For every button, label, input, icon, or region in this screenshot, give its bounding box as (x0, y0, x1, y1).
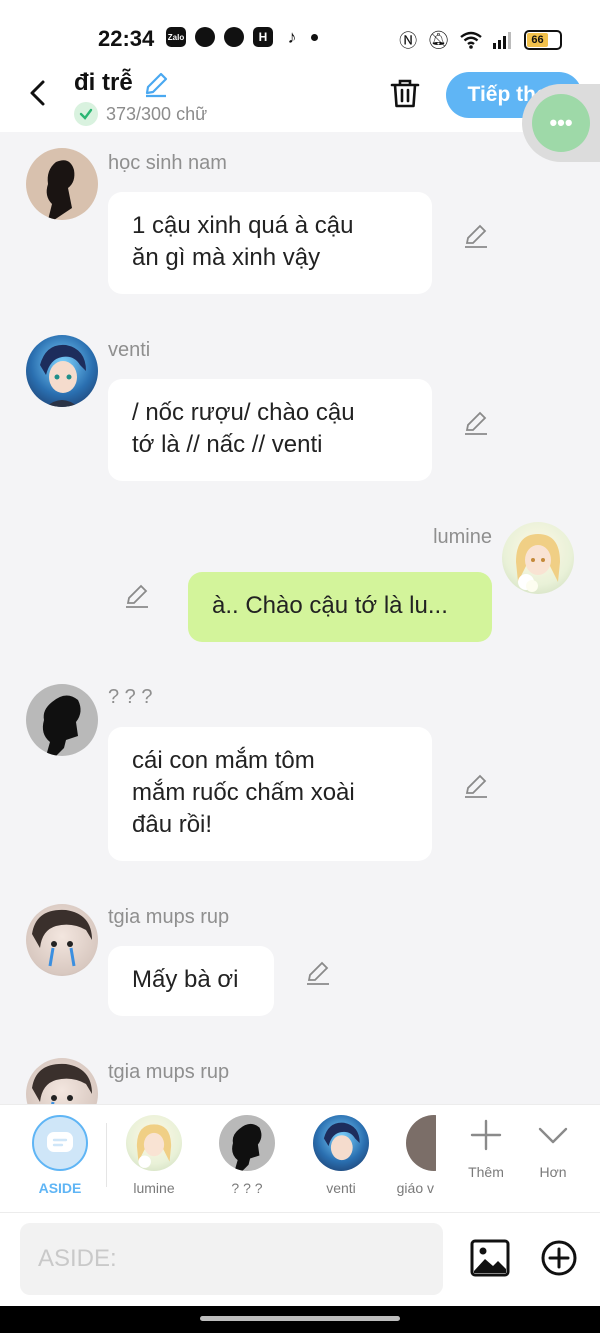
message-text: Mấy bà ơi (132, 966, 239, 993)
sender-name: ? ? ? (108, 686, 153, 708)
tiktok-icon: ♪ (282, 27, 302, 47)
aside-chat-icon (47, 1132, 73, 1152)
edit-message-icon[interactable] (123, 582, 151, 610)
message-bubble[interactable]: 1 cậu xinh quá à cậu ăn gì mà xinh vậy (108, 192, 432, 294)
message-text: cái con mắm tôm mắm ruốc chấm xoài đâu r… (132, 747, 355, 838)
sender-name: tgia mups rup (108, 1061, 230, 1083)
message-input[interactable] (20, 1223, 443, 1295)
character-label: ? ? ? (231, 1180, 263, 1196)
battery-level: 66 (527, 33, 549, 47)
nfc-icon: Ⓝ (399, 31, 418, 51)
edit-message-icon[interactable] (462, 222, 490, 250)
edit-title-icon[interactable] (142, 70, 170, 98)
add-circle-icon[interactable] (540, 1239, 578, 1277)
character-unknown[interactable]: ? ? ? (207, 1115, 287, 1196)
character-lumine[interactable]: lumine (114, 1115, 194, 1196)
chat-bubble-icon (195, 27, 215, 47)
signal-icon (493, 32, 511, 49)
word-count: 373/300 chữ (106, 104, 208, 124)
story-title: đi trễ (74, 69, 133, 96)
avatar-unknown[interactable] (26, 684, 98, 756)
sender-name: venti (108, 339, 151, 361)
character-bar: ASIDE lumine ? ? ? venti giáo v Thêm Hơn (0, 1104, 600, 1212)
status-bar: 22:34 Zalo H ♪ Ⓝ 🔕︎ 66 (0, 0, 600, 68)
add-character-button[interactable]: Thêm (458, 1117, 514, 1180)
h-app-icon: H (253, 27, 273, 47)
plus-icon (470, 1119, 502, 1151)
trash-icon[interactable] (388, 76, 422, 110)
character-venti[interactable]: venti (301, 1115, 381, 1196)
wifi-icon (460, 31, 482, 49)
home-indicator[interactable] (200, 1316, 400, 1321)
avatar-venti[interactable] (26, 335, 98, 407)
more-notifications-icon (311, 33, 318, 41)
image-icon[interactable] (470, 1239, 510, 1277)
more-characters-button[interactable]: Hơn (525, 1117, 581, 1180)
more-label: Hơn (539, 1164, 567, 1180)
input-bar (0, 1212, 600, 1306)
sender-name: tgia mups rup (108, 906, 230, 928)
mute-icon: 🔕︎ (427, 29, 450, 50)
back-icon[interactable] (24, 78, 54, 108)
avatar-tgia-mups-rup[interactable] (26, 1058, 98, 1104)
message-text: 1 cậu xinh quá à cậu ăn gì mà xinh vậy (132, 212, 354, 271)
message-bubble[interactable]: / nốc rượu/ chào cậu tớ là // nấc // ven… (108, 379, 432, 481)
messenger-icon (224, 27, 244, 47)
avatar-lumine[interactable] (502, 522, 574, 594)
character-aside[interactable]: ASIDE (20, 1115, 100, 1196)
status-time: 22:34 (98, 26, 155, 51)
sender-name: lumine (433, 526, 492, 548)
character-label: ASIDE (38, 1180, 82, 1196)
message-bubble[interactable]: cái con mắm tôm mắm ruốc chấm xoài đâu r… (108, 727, 432, 861)
avatar-tgia-mups-rup[interactable] (26, 904, 98, 976)
message-bubble[interactable]: à.. Chào cậu tớ là lu... (188, 572, 492, 642)
chevron-down-icon (538, 1127, 568, 1144)
avatar-hoc-sinh-nam[interactable] (26, 148, 98, 220)
add-label: Thêm (468, 1164, 504, 1180)
character-label: giáo v (396, 1180, 434, 1196)
edit-message-icon[interactable] (462, 772, 490, 800)
character-label: venti (326, 1180, 356, 1196)
top-header: đi trễ 373/300 chữ Tiếp theo (0, 68, 600, 132)
check-icon (74, 102, 98, 126)
battery-icon: 66 (524, 30, 562, 50)
message-bubble[interactable]: Mấy bà ơi (108, 946, 274, 1016)
chat-screen: 22:34 Zalo H ♪ Ⓝ 🔕︎ 66 đi trễ 373/300 ch… (0, 0, 600, 1333)
chat-list[interactable]: học sinh nam 1 cậu xinh quá à cậu ăn gì … (0, 132, 600, 1104)
message-text: à.. Chào cậu tớ là lu... (212, 592, 448, 619)
edit-message-icon[interactable] (304, 959, 332, 987)
character-avatar[interactable] (126, 1115, 182, 1171)
character-avatar[interactable] (313, 1115, 369, 1171)
zalo-icon: Zalo (166, 27, 186, 47)
aside-avatar[interactable] (32, 1115, 88, 1171)
divider (106, 1123, 107, 1187)
character-label: lumine (133, 1180, 175, 1196)
character-avatar[interactable] (219, 1115, 275, 1171)
character-avatar[interactable] (406, 1115, 436, 1171)
sender-name: học sinh nam (108, 152, 227, 174)
edit-message-icon[interactable] (462, 409, 490, 437)
system-nav-bar (0, 1306, 600, 1333)
message-text: / nốc rượu/ chào cậu tớ là // nấc // ven… (132, 399, 355, 458)
character-giao-vien[interactable]: giáo v (378, 1115, 436, 1196)
system-icons: Ⓝ 🔕︎ 66 (399, 27, 562, 53)
notification-icons: Zalo H ♪ (166, 27, 318, 47)
